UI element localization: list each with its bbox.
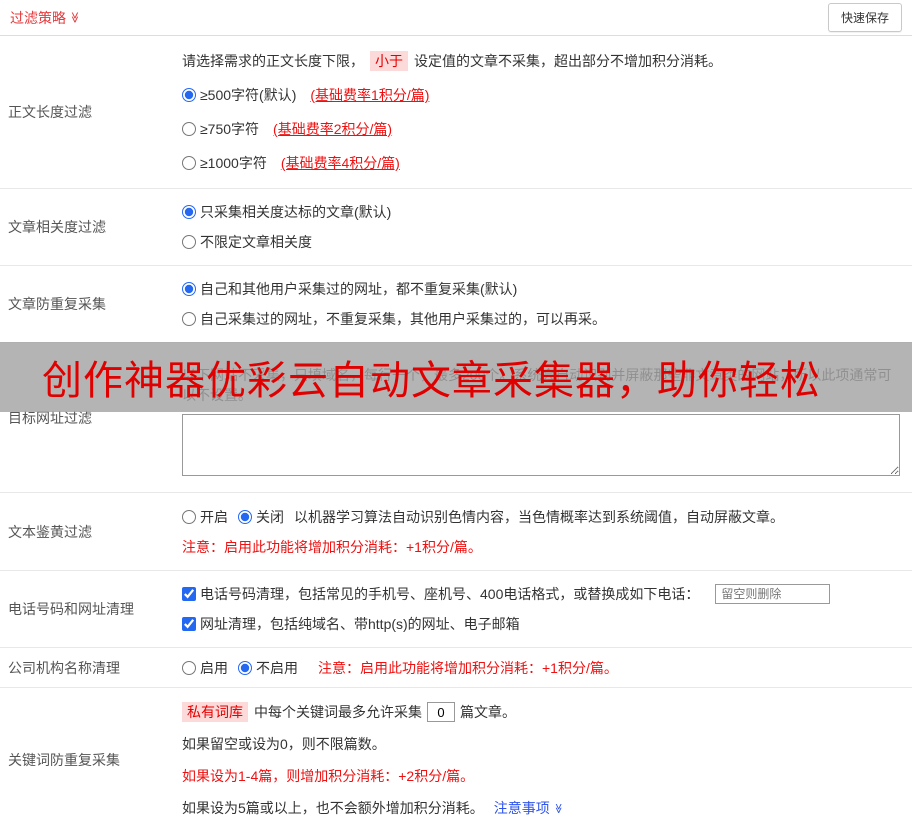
phone-cleanup-checkbox[interactable]	[182, 587, 196, 601]
relevance-strict-option[interactable]: 只采集相关度达标的文章(默认)	[182, 202, 391, 222]
company-on-option[interactable]: 启用	[182, 658, 228, 678]
relevance-any-label: 不限定文章相关度	[200, 234, 312, 250]
blacklist-description: 以下网站不采集，只填域名，每行一个，最多200个。系统会自动识别并屏蔽那些非文章…	[182, 366, 892, 403]
dedup-global-radio[interactable]	[182, 282, 196, 296]
intro-post-text: 设定值的文章不采集，超出部分不增加积分消耗。	[414, 53, 722, 69]
notes-link[interactable]: 注意事项 ≫	[493, 798, 564, 818]
quick-save-button[interactable]: 快速保存	[827, 3, 902, 32]
phone-cleanup-option[interactable]: 电话号码清理，包括常见的手机号、座机号、400电话格式，或替换成如下电话：	[182, 584, 699, 604]
section-porn-filter: 文本鉴黄过滤 开启 关闭 以机器学习算法自动识别色情内容，当色情概率达到系统阈值…	[0, 493, 912, 571]
porn-on-label: 开启	[200, 508, 228, 525]
section-label-phone-cleanup: 电话号码和网址清理	[8, 601, 134, 617]
dedup-global-label: 自己和其他用户采集过的网址，都不重复采集(默认)	[200, 281, 518, 297]
length-750-label: ≥750字符	[200, 121, 260, 137]
keyword-note-cost: 如果设为1-4篇，则增加积分消耗：+2积分/篇。	[182, 768, 475, 784]
notes-link-text: 注意事项	[493, 800, 550, 816]
keyword-limit-input[interactable]	[427, 702, 455, 722]
private-lexicon-highlight: 私有词库	[182, 702, 248, 722]
length-1000-radio[interactable]	[182, 156, 196, 170]
porn-description: 以机器学习算法自动识别色情内容，当色情概率达到系统阈值，自动屏蔽文章。	[294, 508, 784, 525]
intro-pre-text: 请选择需求的正文长度下限，	[182, 53, 364, 69]
section-label-dedup: 文章防重复采集	[8, 296, 106, 312]
company-off-option[interactable]: 不启用	[238, 658, 298, 678]
section-url-blacklist: 目标网址过滤 以下网站不采集，只填域名，每行一个，最多200个。系统会自动识别并…	[0, 343, 912, 493]
relevance-strict-label: 只采集相关度达标的文章(默认)	[200, 204, 392, 220]
porn-on-radio[interactable]	[182, 509, 196, 524]
chevron-double-down-icon: ≫	[552, 802, 564, 814]
chevron-double-down-icon: ≫	[68, 11, 81, 24]
relevance-strict-radio[interactable]	[182, 205, 196, 219]
keyword-note-zero: 如果留空或设为0，则不限篇数。	[182, 736, 386, 752]
section-relevance: 文章相关度过滤 只采集相关度达标的文章(默认) 不限定文章相关度	[0, 189, 912, 266]
dedup-self-label: 自己采集过的网址，不重复采集，其他用户采集过的，可以再采。	[200, 311, 606, 327]
intro-highlight-text: 小于	[370, 51, 408, 71]
page-title-text: 过滤策略	[10, 9, 66, 26]
top-toolbar: 过滤策略 ≫ 快速保存	[0, 0, 912, 36]
porn-on-option[interactable]: 开启	[182, 507, 228, 527]
replacement-phone-input[interactable]	[715, 584, 831, 604]
section-phone-cleanup: 电话号码和网址清理 电话号码清理，包括常见的手机号、座机号、400电话格式，或替…	[0, 571, 912, 648]
company-cost-warning: 注意：启用此功能将增加积分消耗：+1积分/篇。	[318, 659, 618, 676]
dedup-self-radio[interactable]	[182, 312, 196, 326]
section-keyword-dedup: 关键词防重复采集 私有词库 中每个关键词最多允许采集 篇文章。 如果留空或设为0…	[0, 688, 912, 832]
section-label-company-cleanup: 公司机构名称清理	[8, 659, 120, 676]
length-500-fee-note[interactable]: (基础费率1积分/篇)	[310, 85, 429, 105]
company-off-label: 不启用	[256, 659, 298, 676]
porn-off-option[interactable]: 关闭	[238, 507, 284, 527]
relevance-any-radio[interactable]	[182, 235, 196, 249]
section-label-porn-filter: 文本鉴黄过滤	[8, 523, 92, 540]
length-500-label: ≥500字符(默认)	[200, 87, 297, 103]
keyword-limit-suffix: 篇文章。	[460, 704, 516, 720]
page-title[interactable]: 过滤策略 ≫	[10, 8, 81, 28]
porn-cost-warning: 注意：启用此功能将增加积分消耗：+1积分/篇。	[182, 538, 482, 555]
url-cleanup-label: 网址清理，包括纯域名、带http(s)的网址、电子邮箱	[200, 616, 520, 632]
relevance-any-option[interactable]: 不限定文章相关度	[182, 232, 312, 252]
url-cleanup-option[interactable]: 网址清理，包括纯域名、带http(s)的网址、电子邮箱	[182, 614, 520, 634]
length-1000-label: ≥1000字符	[200, 155, 267, 171]
length-750-option[interactable]: ≥750字符	[182, 119, 259, 139]
blacklist-textarea[interactable]	[182, 413, 900, 476]
length-750-fee-note[interactable]: (基础费率2积分/篇)	[273, 119, 392, 139]
length-750-radio[interactable]	[182, 122, 196, 136]
length-500-radio[interactable]	[182, 88, 196, 102]
company-on-label: 启用	[200, 659, 228, 676]
url-cleanup-checkbox[interactable]	[182, 617, 196, 631]
content-length-intro: 请选择需求的正文长度下限， 小于 设定值的文章不采集，超出部分不增加积分消耗。	[182, 51, 904, 71]
keyword-note-five: 如果设为5篇或以上，也不会额外增加积分消耗。	[182, 800, 484, 816]
porn-off-label: 关闭	[256, 508, 284, 525]
company-on-radio[interactable]	[182, 660, 196, 675]
section-label-url-blacklist: 目标网址过滤	[8, 409, 92, 426]
section-dedup: 文章防重复采集 自己和其他用户采集过的网址，都不重复采集(默认) 自己采集过的网…	[0, 266, 912, 343]
section-content-length: 正文长度过滤 请选择需求的正文长度下限， 小于 设定值的文章不采集，超出部分不增…	[0, 36, 912, 189]
keyword-limit-text: 中每个关键词最多允许采集	[254, 704, 422, 720]
phone-cleanup-label: 电话号码清理，包括常见的手机号、座机号、400电话格式，或替换成如下电话：	[200, 586, 700, 602]
porn-off-radio[interactable]	[238, 509, 252, 524]
length-1000-fee-note[interactable]: (基础费率4积分/篇)	[281, 153, 400, 173]
section-company-cleanup: 公司机构名称清理 启用 不启用 注意：启用此功能将增加积分消耗：+1积分/篇。	[0, 648, 912, 688]
company-off-radio[interactable]	[238, 660, 252, 675]
section-label-content-length: 正文长度过滤	[8, 104, 92, 120]
length-500-option[interactable]: ≥500字符(默认)	[182, 85, 296, 105]
dedup-global-option[interactable]: 自己和其他用户采集过的网址，都不重复采集(默认)	[182, 279, 517, 299]
length-1000-option[interactable]: ≥1000字符	[182, 153, 267, 173]
dedup-self-option[interactable]: 自己采集过的网址，不重复采集，其他用户采集过的，可以再采。	[182, 309, 606, 329]
section-label-keyword-dedup: 关键词防重复采集	[8, 752, 120, 768]
section-label-relevance: 文章相关度过滤	[8, 219, 106, 235]
